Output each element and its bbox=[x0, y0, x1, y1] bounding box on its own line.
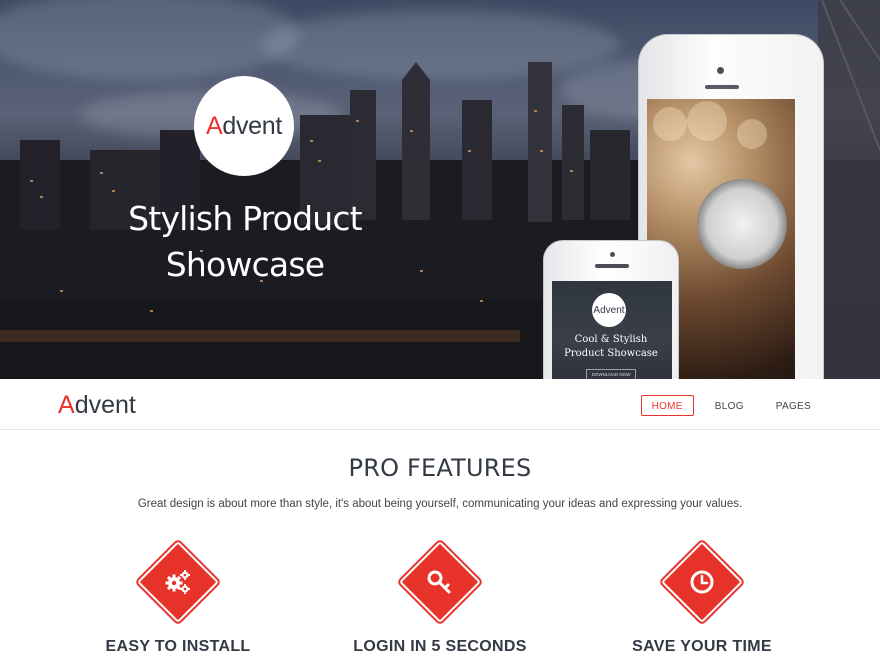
main-navbar: Advent HOME BLOG PAGES bbox=[0, 379, 880, 430]
feature-save-time: SAVE YOUR TIME bbox=[582, 540, 822, 656]
hero-title-line2: Showcase bbox=[165, 245, 325, 284]
nav-item-home[interactable]: HOME bbox=[640, 395, 694, 416]
feature-label: LOGIN IN 5 SECONDS bbox=[353, 638, 527, 655]
watch-image bbox=[697, 179, 787, 269]
hero-title-line1: Stylish Product bbox=[128, 199, 362, 238]
hero-logo-text: Advent bbox=[206, 112, 282, 141]
hero-logo-rest: dvent bbox=[222, 111, 283, 140]
nav-menu: HOME BLOG PAGES bbox=[640, 395, 822, 416]
phone-logo-text: Advent bbox=[593, 304, 625, 316]
feature-icon-badge bbox=[660, 540, 744, 624]
features-title: PRO FEATURES bbox=[348, 454, 532, 482]
phone-title: Cool & Stylish Product Showcase bbox=[552, 333, 670, 361]
phone-download-button: DOWNLOAD NOW bbox=[586, 369, 636, 379]
phone-logo-badge: Advent bbox=[592, 293, 626, 327]
site-logo-rest: dvent bbox=[74, 391, 136, 419]
hero-logo-badge: Advent bbox=[194, 76, 294, 176]
phone-speaker bbox=[705, 85, 739, 89]
feature-login: LOGIN IN 5 SECONDS bbox=[320, 540, 560, 656]
hero-banner: Advent Stylish Product Showcase Advent C… bbox=[0, 0, 880, 379]
small-phone-mockup: Advent Cool & Stylish Product Showcase D… bbox=[543, 240, 679, 379]
feature-easy-install: EASY TO INSTALL bbox=[58, 540, 298, 656]
hero-logo-initial: A bbox=[205, 111, 223, 140]
phone-camera bbox=[610, 252, 615, 257]
feature-label: SAVE YOUR TIME bbox=[632, 638, 772, 655]
phone-camera bbox=[717, 67, 724, 74]
site-logo-initial: A bbox=[58, 391, 75, 419]
phone-title-line2: Product Showcase bbox=[564, 348, 658, 359]
nav-item-blog[interactable]: BLOG bbox=[704, 395, 755, 416]
small-phone-screen: Advent Cool & Stylish Product Showcase D… bbox=[552, 281, 672, 379]
gears-icon bbox=[165, 570, 190, 594]
features-subtitle: Great design is about more than style, i… bbox=[137, 498, 743, 510]
nav-item-pages[interactable]: PAGES bbox=[765, 395, 822, 416]
feature-label: EASY TO INSTALL bbox=[105, 638, 251, 655]
hero-title: Stylish Product Showcase bbox=[110, 196, 380, 288]
phone-speaker bbox=[595, 264, 629, 268]
clock-icon bbox=[690, 570, 714, 594]
site-logo[interactable]: Advent bbox=[58, 391, 136, 420]
feature-icon-badge bbox=[398, 540, 482, 624]
bokeh-light bbox=[737, 119, 767, 149]
feature-icon-badge bbox=[136, 540, 220, 624]
phone-title-line1: Cool & Stylish bbox=[574, 334, 648, 345]
bokeh-light bbox=[687, 101, 727, 141]
bokeh-light bbox=[653, 107, 687, 141]
key-icon bbox=[427, 570, 451, 594]
